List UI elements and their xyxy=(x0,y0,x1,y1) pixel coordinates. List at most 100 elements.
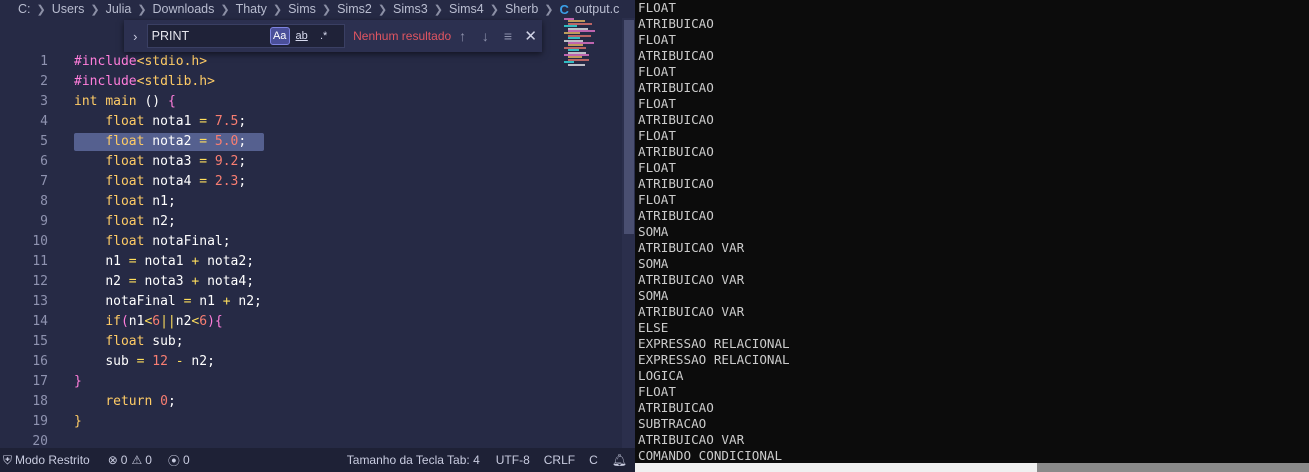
breadcrumb-item[interactable]: Downloads xyxy=(153,2,215,16)
line-number: 15 xyxy=(32,334,48,349)
whole-word-toggle[interactable]: ab xyxy=(292,27,312,45)
find-result-text: Nenhum resultado xyxy=(353,29,452,43)
arrow-down-icon[interactable]: ↓ xyxy=(474,24,497,48)
terminal-line: FLOAT xyxy=(638,96,676,111)
code-line: 13 notaFinal = n1 + n2; xyxy=(0,292,620,312)
terminal-line: SOMA xyxy=(638,288,669,303)
status-bar: ⛨ Modo Restrito ⊗ 0 ⚠ 0 ⦿ 0 Tamanho da T… xyxy=(0,448,635,472)
chevron-right-icon: ❯ xyxy=(137,3,147,16)
terminal-line: SUBTRACAO xyxy=(638,416,707,431)
terminal-line: SOMA xyxy=(638,224,669,239)
terminal-line: FLOAT xyxy=(638,160,676,175)
language-mode-button[interactable]: C xyxy=(583,453,604,467)
terminal-line: ATRIBUICAO VAR xyxy=(638,304,745,319)
chevron-right-icon: ❯ xyxy=(544,3,554,16)
line-number: 19 xyxy=(32,414,48,429)
terminal-line: ATRIBUICAO VAR xyxy=(638,240,745,255)
find-input[interactable] xyxy=(147,29,268,43)
warning-count: 0 xyxy=(145,453,152,467)
terminal-line: FLOAT xyxy=(638,32,676,47)
line-number: 5 xyxy=(40,134,48,149)
terminal-line: FLOAT xyxy=(638,128,676,143)
breadcrumb-item[interactable]: Julia xyxy=(106,2,132,16)
terminal-scrollbar-thumb[interactable] xyxy=(1037,463,1309,472)
terminal-line: ATRIBUICAO xyxy=(638,80,714,95)
encoding-button[interactable]: UTF-8 xyxy=(490,453,536,467)
line-number: 18 xyxy=(32,394,48,409)
terminal-output: FLOAT ATRIBUICAO FLOAT ATRIBUICAO FLOAT ATRIB… xyxy=(638,0,790,464)
breadcrumb-file[interactable]: output.c xyxy=(575,2,619,16)
line-number: 17 xyxy=(32,374,48,389)
code-line: 1 #include<stdio.h> xyxy=(0,52,620,72)
terminal-line: ATRIBUICAO xyxy=(638,112,714,127)
code-area[interactable]: 1 #include<stdio.h> 2 #include<stdlib.h> 3… xyxy=(0,52,620,452)
code-editor[interactable]: C: ❯ Users ❯ Julia ❯ Downloads ❯ Thaty ❯ Sims ❯ Sims… xyxy=(0,0,635,472)
toggle-replace-chevron-icon[interactable]: › xyxy=(124,20,147,52)
line-number: 2 xyxy=(40,74,48,89)
terminal-line: ELSE xyxy=(638,320,669,335)
terminal-line: FLOAT xyxy=(638,192,676,207)
code-line: 19} xyxy=(0,412,620,432)
code-line: 4 float nota1 = 7.5; xyxy=(0,112,620,132)
notifications-bell-icon[interactable]: 🔔︎ xyxy=(606,453,635,467)
c-file-icon: C xyxy=(559,1,569,17)
breadcrumb-item[interactable]: Sims2 xyxy=(337,2,372,16)
code-line: 15 float sub; xyxy=(0,332,620,352)
terminal-line: ATRIBUICAO xyxy=(638,48,714,63)
chevron-right-icon: ❯ xyxy=(489,3,499,16)
breadcrumb-item[interactable]: Sims3 xyxy=(393,2,428,16)
error-icon: ⊗ xyxy=(107,453,118,467)
code-line: 8 float n1; xyxy=(0,192,620,212)
terminal-window[interactable]: FLOAT ATRIBUICAO FLOAT ATRIBUICAO FLOAT ATRIB… xyxy=(635,0,1309,472)
chevron-right-icon: ❯ xyxy=(377,3,388,16)
ports-button[interactable]: ⦿ 0 xyxy=(162,452,196,469)
eol-button[interactable]: CRLF xyxy=(538,453,581,467)
problems-button[interactable]: ⊗ 0 ⚠ 0 xyxy=(102,453,158,467)
breadcrumb-item[interactable]: Sims xyxy=(288,2,316,16)
restricted-mode-label: Modo Restrito xyxy=(15,453,90,467)
terminal-line: FLOAT xyxy=(638,0,676,15)
code-line: 10 float notaFinal; xyxy=(0,232,620,252)
terminal-line: ATRIBUICAO xyxy=(638,16,714,31)
line-number: 14 xyxy=(32,314,48,329)
restricted-mode-button[interactable]: ⛨ Modo Restrito xyxy=(0,453,96,468)
code-line: 2 #include<stdlib.h> xyxy=(0,72,620,92)
code-line: 16 sub = 12 - n2; xyxy=(0,352,620,372)
line-number: 11 xyxy=(32,254,48,269)
terminal-line: LOGICA xyxy=(638,368,684,383)
arrow-up-icon[interactable]: ↑ xyxy=(451,24,474,48)
editor-scrollbar-thumb[interactable] xyxy=(624,20,634,234)
error-count: 0 xyxy=(120,453,128,467)
terminal-line: EXPRESSAO RELACIONAL xyxy=(638,352,790,367)
breadcrumb-item[interactable]: Sherb xyxy=(505,2,538,16)
code-line: 6 float nota3 = 9.2; xyxy=(0,152,620,172)
breadcrumb-item[interactable]: C: xyxy=(18,2,31,16)
terminal-line: FLOAT xyxy=(638,64,676,79)
code-line: 14 if(n1<6||n2<6){ xyxy=(0,312,620,332)
breadcrumb-item[interactable]: Users xyxy=(52,2,85,16)
close-icon[interactable]: ✕ xyxy=(519,24,542,48)
code-line: 11 n1 = nota1 + nota2; xyxy=(0,252,620,272)
code-line: 17} xyxy=(0,372,620,392)
line-number: 13 xyxy=(32,294,48,309)
terminal-line: FLOAT xyxy=(638,384,676,399)
shield-icon: ⛨ xyxy=(3,452,13,467)
breadcrumb-item[interactable]: Sims4 xyxy=(449,2,484,16)
line-number: 12 xyxy=(32,274,48,289)
terminal-line: ATRIBUICAO xyxy=(638,176,714,191)
code-line-highlighted: 5 float nota2 = 5.0; xyxy=(0,132,620,152)
line-number: 6 xyxy=(40,154,48,169)
regex-toggle[interactable]: .* xyxy=(314,27,334,45)
terminal-line: ATRIBUICAO xyxy=(638,400,714,415)
tab-size-button[interactable]: Tamanho da Tecla Tab: 4 xyxy=(341,453,486,467)
broadcast-icon: ⦿ xyxy=(167,453,180,468)
breadcrumb-item[interactable]: Thaty xyxy=(236,2,267,16)
find-in-selection-icon[interactable]: ≡ xyxy=(497,24,520,48)
terminal-line: ATRIBUICAO xyxy=(638,144,714,159)
terminal-line: ATRIBUICAO VAR xyxy=(638,432,745,447)
match-case-toggle[interactable]: Aa xyxy=(269,27,290,45)
code-line: 9 float n2; xyxy=(0,212,620,232)
line-number: 10 xyxy=(32,234,48,249)
line-number: 3 xyxy=(40,94,48,109)
chevron-right-icon: ❯ xyxy=(321,3,332,16)
